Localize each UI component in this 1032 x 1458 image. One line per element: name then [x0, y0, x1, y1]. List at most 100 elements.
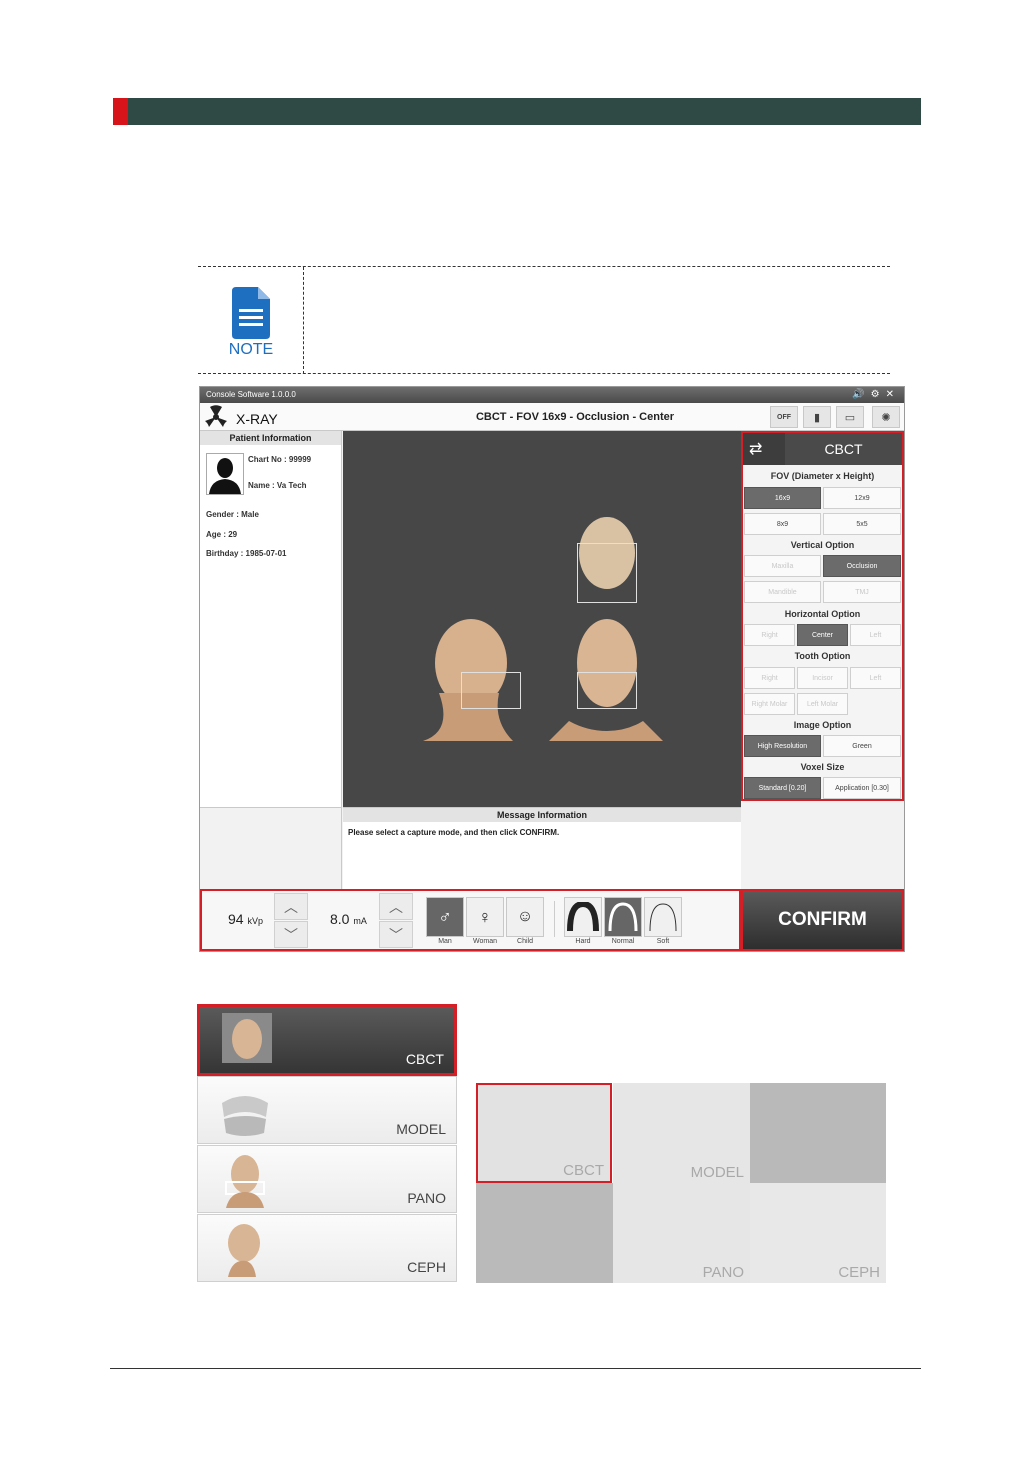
- normal-arch-button[interactable]: [604, 897, 642, 937]
- fov-box-side: [461, 672, 521, 709]
- mode-pano-label: PANO: [407, 1190, 446, 1206]
- soft-arch-button[interactable]: [644, 897, 682, 937]
- section-marker: [113, 98, 128, 125]
- person-silhouette-icon: [209, 458, 241, 494]
- hard-arch-button[interactable]: [564, 897, 602, 937]
- layers-button[interactable]: ▭: [836, 406, 864, 428]
- vertical-tmj-button[interactable]: TMJ: [823, 581, 901, 603]
- voxel-size-label: Voxel Size: [800, 762, 845, 772]
- image-high-resolution-button[interactable]: High Resolution: [744, 735, 821, 757]
- close-icon[interactable]: ✕: [886, 389, 900, 400]
- message-text: Please select a capture mode, and then c…: [348, 828, 560, 837]
- note-divider: [303, 267, 304, 374]
- tile-model-label: MODEL: [690, 1164, 744, 1181]
- fov-8x9-button[interactable]: 8x9: [744, 513, 821, 535]
- mode-ceph-label: CEPH: [407, 1259, 446, 1275]
- mode-tile-grid: CBCT MODEL PANO CEPH: [476, 1083, 886, 1283]
- mode-model-button[interactable]: MODEL: [197, 1076, 457, 1144]
- fov-preview-viewer: [343, 431, 741, 807]
- tooth-incisor-button[interactable]: Incisor: [797, 667, 848, 689]
- pano-head-icon: [225, 1155, 265, 1208]
- man-button[interactable]: ♂: [426, 897, 464, 937]
- message-panel: Message Information Please select a capt…: [343, 807, 741, 889]
- tooth-left-button[interactable]: Left: [850, 667, 901, 689]
- mode-model-label: MODEL: [396, 1121, 446, 1137]
- voxel-standard-button[interactable]: Standard [0.20]: [744, 777, 821, 799]
- horizontal-right-button[interactable]: Right: [744, 624, 795, 646]
- note-document-icon: [232, 287, 270, 339]
- vertical-occlusion-button[interactable]: Occlusion: [823, 555, 901, 577]
- tile-pano-label: PANO: [702, 1264, 744, 1281]
- tooth-left-molar-button[interactable]: Left Molar: [797, 693, 848, 715]
- normal-label: Normal: [611, 938, 635, 945]
- hard-label: Hard: [575, 938, 591, 945]
- message-header: Message Information: [343, 808, 741, 822]
- woman-button[interactable]: ♀: [466, 897, 504, 937]
- patient-info-panel: Patient Information Chart No : 99999 Nam…: [200, 431, 342, 807]
- tile-ceph[interactable]: CEPH: [750, 1183, 886, 1283]
- swap-arrows-icon[interactable]: ⇄: [749, 439, 762, 459]
- man-label: Man: [438, 938, 452, 945]
- chart-number: Chart No : 99999: [248, 455, 312, 464]
- footer-rule: [110, 1368, 921, 1369]
- head-illustrations: [423, 517, 663, 741]
- ma-down-button[interactable]: ﹀: [379, 921, 413, 948]
- image-option-label: Image Option: [793, 720, 852, 730]
- radiation-icon: [205, 405, 227, 427]
- volume-icon[interactable]: 🔊: [852, 389, 870, 400]
- power-off-button[interactable]: OFF: [770, 406, 798, 428]
- vertical-maxilla-button[interactable]: Maxilla: [744, 555, 821, 577]
- tile-cbct[interactable]: CBCT: [476, 1083, 612, 1183]
- tooth-right-molar-button[interactable]: Right Molar: [744, 693, 795, 715]
- patient-gender: Gender : Male: [206, 510, 259, 519]
- confirm-button[interactable]: CONFIRM: [741, 889, 904, 951]
- window-title: Console Software 1.0.0.0: [206, 390, 296, 399]
- fov-5x5-button[interactable]: 5x5: [823, 513, 901, 535]
- gear-icon[interactable]: ⚙: [871, 389, 886, 400]
- window-titlebar: Console Software 1.0.0.0 🔊⚙✕: [200, 387, 904, 403]
- woman-label: Woman: [473, 938, 497, 945]
- image-green-button[interactable]: Green: [823, 735, 901, 757]
- mode-ceph-button[interactable]: CEPH: [197, 1214, 457, 1282]
- child-label: Child: [517, 938, 533, 945]
- child-icon: ☺: [516, 908, 534, 925]
- kvp-up-button[interactable]: ︿: [274, 893, 308, 920]
- capture-mode-title: CBCT - FOV 16x9 - Occlusion - Center: [475, 411, 675, 423]
- cbct-mode-header: ⇄ CBCT: [743, 433, 902, 465]
- tooth-right-button[interactable]: Right: [744, 667, 795, 689]
- note-label: NOTE: [228, 341, 274, 358]
- tile-pano[interactable]: PANO: [613, 1183, 750, 1283]
- mode-pano-button[interactable]: PANO: [197, 1145, 457, 1213]
- exposure-controls: 94 kVp ︿ ﹀ 8.0 mA ︿ ﹀ ♂ Man ♀ Woman ☺ Ch…: [200, 889, 741, 951]
- patient-birthday: Birthday : 1985-07-01: [206, 549, 287, 558]
- child-button[interactable]: ☺: [506, 897, 544, 937]
- horizontal-center-button[interactable]: Center: [797, 624, 848, 646]
- vertical-option-label: Vertical Option: [790, 540, 855, 550]
- patient-name: Name : Va Tech: [248, 481, 307, 490]
- patient-avatar: [206, 453, 244, 495]
- kvp-value: 94 kVp: [228, 911, 263, 927]
- console-window: Console Software 1.0.0.0 🔊⚙✕ X-RAY CBCT …: [199, 386, 905, 952]
- ma-unit: mA: [353, 916, 367, 926]
- note-box: NOTE: [198, 266, 890, 374]
- vertical-mandible-button[interactable]: Mandible: [744, 581, 821, 603]
- ma-up-button[interactable]: ︿: [379, 893, 413, 920]
- patient-age: Age : 29: [206, 530, 238, 539]
- horizontal-left-button[interactable]: Left: [850, 624, 901, 646]
- fov-12x9-button[interactable]: 12x9: [823, 487, 901, 509]
- voxel-application-button[interactable]: Application [0.30]: [823, 777, 901, 799]
- device-button[interactable]: ▮: [803, 406, 831, 428]
- dental-model-icon: [222, 1096, 268, 1136]
- tile-model[interactable]: MODEL: [613, 1083, 750, 1183]
- fov-box-top: [577, 543, 637, 603]
- tile-cbct-label: CBCT: [563, 1162, 604, 1179]
- bottom-divider: [554, 901, 555, 937]
- mode-cbct-button[interactable]: CBCT: [197, 1004, 457, 1076]
- man-icon: ♂: [438, 906, 452, 927]
- tile-blank-2: [476, 1183, 613, 1283]
- kvp-down-button[interactable]: ﹀: [274, 921, 308, 948]
- message-left-blank: [200, 807, 342, 889]
- light-button[interactable]: ✺: [872, 406, 900, 428]
- fov-16x9-button[interactable]: 16x9: [744, 487, 821, 509]
- tile-blank-1: [750, 1083, 886, 1183]
